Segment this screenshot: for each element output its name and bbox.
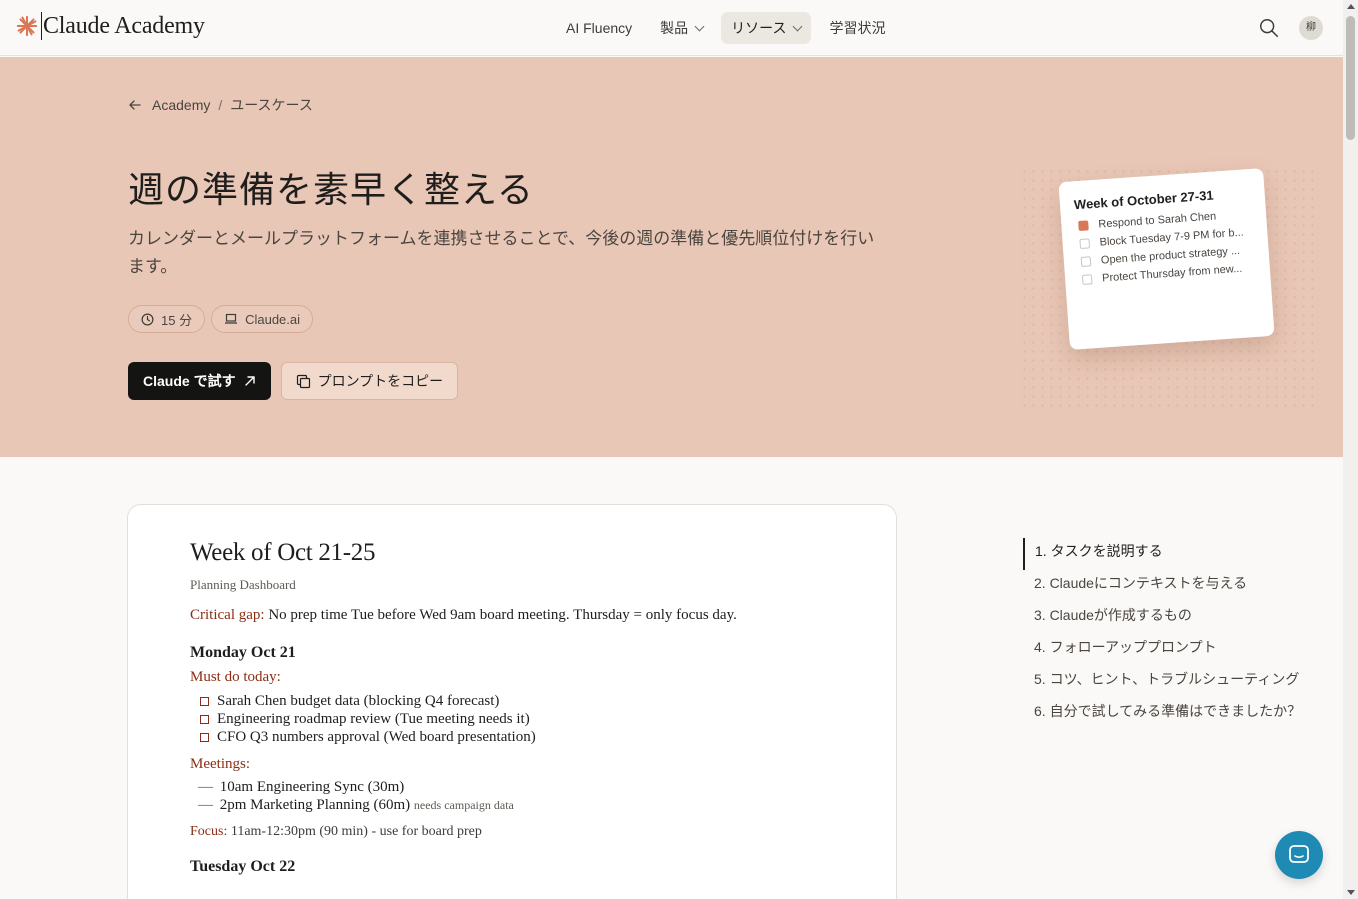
- top-navigation: Claude Academy AI Fluency 製品 リソース 学習状況 柳: [0, 0, 1343, 56]
- chat-icon: [1289, 845, 1309, 863]
- chevron-down-icon: [694, 21, 705, 31]
- try-in-claude-button[interactable]: Claude で試す: [128, 362, 271, 400]
- focus-text: 11am-12:30pm (90 min) - use for board pr…: [230, 824, 482, 839]
- meta-chips: 15 分 Claude.ai: [128, 305, 319, 333]
- nav-item-label: 製品: [660, 20, 689, 36]
- dashboard-subtitle: Planning Dashboard: [190, 577, 296, 592]
- nav-item-label: リソース: [731, 20, 787, 36]
- claude-sparkle-icon: [16, 15, 38, 37]
- nav-item-ai-fluency[interactable]: AI Fluency: [556, 12, 642, 44]
- table-of-contents: 1. タスクを説明する 2. Claudeにコンテキストを与える 3. Clau…: [1023, 538, 1301, 730]
- task-text: CFO Q3 numbers approval (Wed board prese…: [217, 728, 536, 745]
- critical-gap-text: No prep time Tue before Wed 9am board me…: [268, 607, 737, 623]
- critical-gap: Critical gap: No prep time Tue before We…: [190, 607, 737, 624]
- checkbox-icon: [1080, 256, 1092, 267]
- toc-item[interactable]: 4. フォローアッププロンプト: [1023, 634, 1301, 666]
- checkbox-icon: [1078, 220, 1089, 232]
- page-scrollbar[interactable]: [1343, 0, 1358, 899]
- task-item: Sarah Chen budget data (blocking Q4 fore…: [200, 692, 737, 710]
- scroll-down-arrow-icon[interactable]: [1347, 890, 1355, 895]
- logo[interactable]: Claude Academy: [16, 12, 205, 40]
- nav-item-learning-status[interactable]: 学習状況: [819, 12, 895, 44]
- meeting-text: 10am Engineering Sync (30m): [219, 779, 405, 795]
- try-in-claude-label: Claude で試す: [143, 373, 236, 389]
- preview-card: Week of October 27-31 Respond to Sarah C…: [1058, 168, 1275, 350]
- task-list: Sarah Chen budget data (blocking Q4 fore…: [190, 692, 737, 746]
- arrow-left-icon[interactable]: [128, 98, 142, 112]
- laptop-icon: [225, 313, 238, 324]
- clock-icon: [141, 313, 154, 325]
- copy-prompt-button[interactable]: プロンプトをコピー: [280, 362, 459, 400]
- toc-item[interactable]: 2. Claudeにコンテキストを与える: [1023, 570, 1301, 602]
- meeting-list: — 10am Engineering Sync (30m) — 2pm Mark…: [190, 779, 737, 815]
- meeting-dash: —: [198, 779, 213, 795]
- platform-chip: Claude.ai: [211, 305, 314, 333]
- focus-label: Focus:: [190, 824, 228, 839]
- avatar[interactable]: 柳: [1299, 16, 1323, 40]
- page-description: カレンダーとメールプラットフォームを連携させることで、今後の週の準備と優先順位付…: [128, 229, 875, 276]
- logo-text: Claude Academy: [41, 12, 205, 40]
- platform-text: Claude.ai: [245, 311, 301, 327]
- task-item: Engineering roadmap review (Tue meeting …: [200, 710, 737, 728]
- day-heading: Monday Oct 21: [190, 644, 296, 661]
- hero-actions: Claude で試す プロンプトをコピー: [128, 362, 459, 400]
- chat-button[interactable]: [1275, 831, 1323, 879]
- main-nav: AI Fluency 製品 リソース 学習状況: [556, 12, 903, 44]
- duration-chip: 15 分: [128, 305, 206, 333]
- focus-block: Focus: 11am-12:30pm (90 min) - use for b…: [190, 824, 737, 840]
- breadcrumb: Academy / ユースケース: [128, 95, 313, 115]
- checkbox-icon[interactable]: [200, 696, 209, 706]
- copy-icon: [296, 374, 310, 388]
- nav-item-resources[interactable]: リソース: [721, 12, 812, 44]
- page-title: 週の準備を素早く整える: [128, 170, 534, 211]
- duration-text: 15 分: [161, 312, 193, 328]
- checkbox-icon: [1081, 274, 1093, 285]
- search-icon[interactable]: [1258, 17, 1280, 39]
- breadcrumb-separator: /: [218, 97, 223, 113]
- dashboard-title: Week of Oct 21-25: [190, 539, 376, 566]
- meeting-text: 2pm Marketing Planning (60m): [219, 797, 411, 813]
- checkbox-icon[interactable]: [200, 714, 209, 724]
- scroll-up-arrow-icon[interactable]: [1347, 4, 1355, 9]
- meeting-item: — 2pm Marketing Planning (60m) needs cam…: [198, 797, 737, 815]
- toc-item[interactable]: 1. タスクを説明する: [1023, 538, 1301, 570]
- nav-item-label: 学習状況: [829, 20, 886, 36]
- hero-section: Academy / ユースケース 週の準備を素早く整える カレンダーとメールプラ…: [0, 57, 1343, 457]
- chevron-down-icon: [793, 21, 803, 31]
- meeting-dash: —: [198, 797, 213, 813]
- breadcrumb-root-link[interactable]: Academy: [152, 97, 210, 113]
- must-do-label: Must do today:: [190, 669, 281, 685]
- scrollbar-thumb[interactable]: [1346, 16, 1355, 140]
- critical-gap-label: Critical gap:: [190, 607, 265, 623]
- nav-item-label: AI Fluency: [566, 20, 633, 36]
- copy-prompt-label: プロンプトをコピー: [317, 373, 444, 389]
- task-text: Engineering roadmap review (Tue meeting …: [217, 710, 530, 727]
- toc-item[interactable]: 3. Claudeが作成するもの: [1023, 602, 1301, 634]
- planning-dashboard-card: Week of Oct 21-25 Planning Dashboard Cri…: [127, 504, 897, 899]
- toc-item[interactable]: 6. 自分で試してみる準備はできましたか？: [1023, 698, 1301, 730]
- checkbox-icon: [1079, 238, 1091, 250]
- day-heading: Tuesday Oct 22: [190, 858, 296, 875]
- task-text: Sarah Chen budget data (blocking Q4 fore…: [217, 692, 500, 709]
- toc-item[interactable]: 5. コツ、ヒント、トラブルシューティング: [1023, 666, 1301, 698]
- checkbox-icon[interactable]: [200, 732, 209, 742]
- meetings-label: Meetings:: [190, 756, 250, 772]
- meeting-note: needs campaign data: [413, 798, 514, 812]
- meeting-item: — 10am Engineering Sync (30m): [198, 779, 737, 797]
- arrow-up-right-icon: [244, 376, 255, 386]
- planning-dashboard-content: Week of Oct 21-25 Planning Dashboard Cri…: [190, 539, 737, 876]
- nav-item-products[interactable]: 製品: [650, 12, 713, 44]
- task-item: CFO Q3 numbers approval (Wed board prese…: [200, 728, 737, 746]
- breadcrumb-current-link[interactable]: ユースケース: [230, 95, 313, 115]
